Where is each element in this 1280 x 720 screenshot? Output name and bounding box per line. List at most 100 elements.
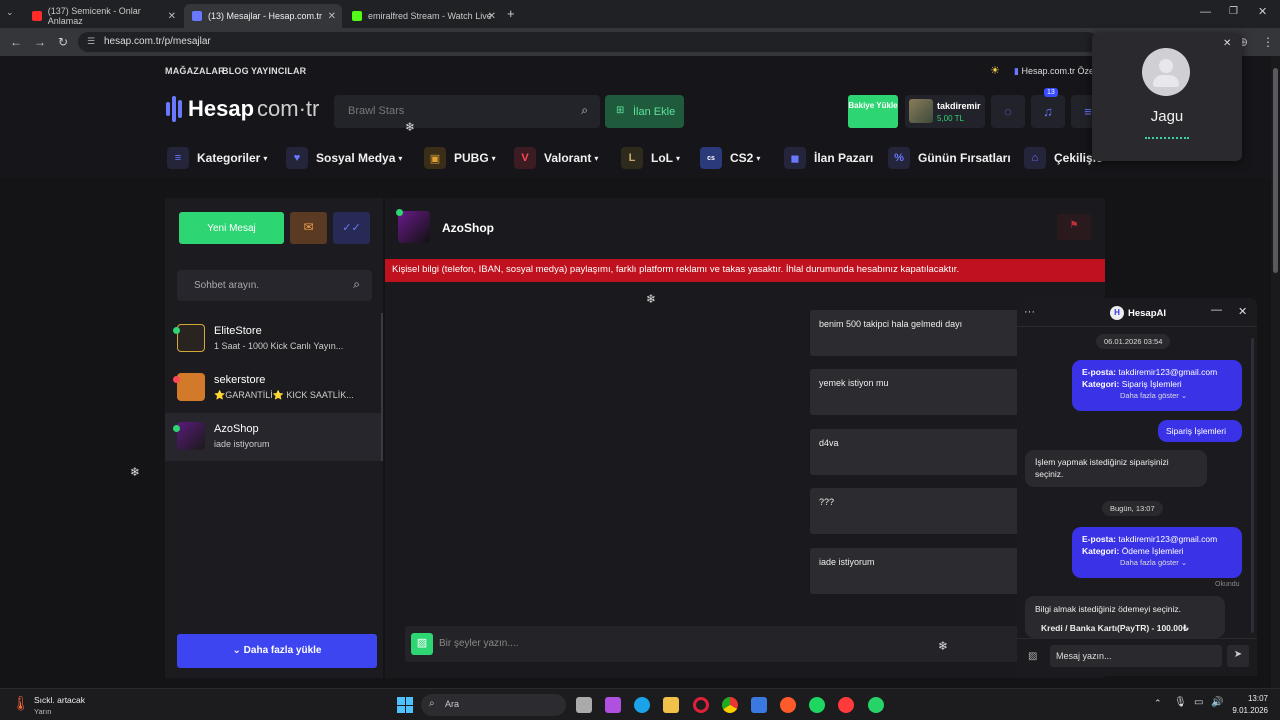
app-icon[interactable] — [780, 697, 796, 713]
app-icon[interactable] — [838, 697, 854, 713]
browser-tab-2[interactable]: (13) Mesajlar - Hesap.com.tr ✕ — [184, 4, 342, 28]
audio-level-indicator — [1145, 137, 1189, 140]
close-icon[interactable]: ✕ — [1238, 305, 1247, 318]
warning-text: Kişisel bilgi (telefon, IBAN, sosyal med… — [392, 264, 960, 275]
mail-filter-button[interactable]: ✉ — [290, 212, 327, 244]
edge-icon[interactable] — [634, 697, 650, 713]
message-line: E-posta: takdiremir123@gmail.com — [1082, 533, 1242, 545]
clock-date[interactable]: 9.01.2026 — [1228, 706, 1268, 715]
chevron-down-icon: ▾ — [676, 153, 681, 163]
volume-icon[interactable]: 🔊 — [1211, 697, 1223, 708]
notifications-button[interactable]: ♫ 13 — [1031, 88, 1065, 128]
window-close-icon[interactable]: ✕ — [1258, 5, 1267, 18]
windows-start-icon[interactable] — [397, 697, 413, 713]
task-view-icon[interactable] — [576, 697, 592, 713]
hamburger-icon: ≡ — [1084, 104, 1092, 119]
spotify-icon[interactable] — [809, 697, 825, 713]
taskbar-search[interactable]: ⌕ Ara — [421, 694, 566, 716]
nav-link-blog[interactable]: BLOG — [222, 66, 249, 76]
category-cekilisler[interactable]: ⌂ Çekilişle — [1024, 147, 1103, 169]
reload-icon[interactable]: ↻ — [58, 35, 68, 49]
chrome-icon[interactable] — [722, 697, 738, 713]
field-label: E-posta: — [1082, 534, 1116, 544]
browser-tab-3[interactable]: emiralfred Stream - Watch Live ✕ — [344, 4, 502, 28]
heart-icon: ♥ — [286, 147, 308, 169]
nav-link-yayincilar[interactable]: YAYINCILAR — [251, 66, 306, 76]
whatsapp-icon[interactable] — [868, 697, 884, 713]
site-logo[interactable]: Hesap com·tr — [166, 94, 319, 124]
conversation-item-azoshop[interactable]: AzoShop iade istiyorum — [165, 413, 381, 461]
minimize-icon[interactable]: — — [1211, 304, 1222, 316]
browser-tab-1[interactable]: (137) Semicenk - Onlar Anlamaz ✕ — [24, 4, 182, 28]
chevron-up-icon[interactable]: ⌃ — [1154, 698, 1162, 709]
avatar — [177, 324, 205, 352]
date-chip-text: 06.01.2026 03:54 — [1104, 337, 1163, 346]
ai-bot-message: Bilgi almak istediğiniz ödemeyi seçiniz.… — [1025, 596, 1225, 638]
category-lol[interactable]: L LoL ▾ — [621, 147, 680, 169]
search-icon[interactable]: ⌕ — [581, 103, 588, 118]
mark-read-button[interactable]: ✓✓ — [333, 212, 370, 244]
new-message-button[interactable]: Yeni Mesaj — [179, 212, 284, 244]
balance-topup-button[interactable]: Bakiye Yükle — [848, 95, 898, 128]
conversation-name: EliteStore — [214, 325, 262, 337]
ai-message-input[interactable]: Mesaj yazın... — [1050, 645, 1222, 667]
opera-icon[interactable] — [693, 697, 709, 713]
conversation-preview: 1 Saat - 1000 Kick Canlı Yayın... — [214, 341, 344, 351]
category-cs2[interactable]: cs CS2 ▾ — [700, 147, 760, 169]
store-icon[interactable] — [751, 697, 767, 713]
widgets-icon[interactable] — [605, 697, 621, 713]
payment-option[interactable]: Kredi / Banka Kartı(PayTR) - 100.00₺ — [1035, 622, 1215, 635]
category-pubg[interactable]: ▣ PUBG ▾ — [424, 147, 496, 169]
conversation-item-sekerstore[interactable]: sekerstore ⭐GARANTİLİ⭐ KICK SAATLİK... — [165, 364, 381, 412]
person-icon-body — [1153, 75, 1179, 87]
site-search-input[interactable]: Brawl Stars ⌕ — [334, 95, 600, 128]
search-icon[interactable]: ⌕ — [353, 277, 360, 292]
image-icon[interactable]: ▨ — [1028, 651, 1037, 662]
close-icon[interactable]: ✕ — [1223, 38, 1231, 49]
chat-input-placeholder[interactable]: Bir şeyler yazın.... — [439, 638, 518, 649]
page-scrollbar-thumb[interactable] — [1273, 68, 1278, 273]
hesap-ozel-link[interactable]: ▮ Hesap.com.tr Öze — [1014, 66, 1094, 77]
more-options-icon[interactable]: ··· — [1024, 306, 1035, 318]
sidebar-scrollbar[interactable] — [381, 313, 383, 461]
user-menu[interactable]: takdiremir 5,00 TL — [905, 95, 985, 128]
show-more-link[interactable]: Daha fazla göster ⌄ — [1082, 557, 1242, 569]
conversation-search-input[interactable]: Sohbet arayın. ⌕ — [177, 270, 372, 301]
category-gunun-firsatlari[interactable]: % Günün Fırsatları — [888, 147, 1011, 169]
divider — [1017, 326, 1257, 327]
restore-icon[interactable]: ❐ — [1229, 6, 1238, 17]
weather-title[interactable]: Sıckl. artacak — [34, 695, 85, 705]
url-field[interactable]: ☰ hesap.com.tr/p/mesajlar — [78, 32, 1098, 52]
category-ilan-pazari[interactable]: ◼ İlan Pazarı — [784, 147, 873, 169]
theme-sun-icon[interactable]: ☀ — [990, 64, 1000, 77]
new-tab-icon[interactable]: + — [507, 6, 515, 21]
network-icon[interactable]: ▭ — [1194, 697, 1203, 708]
nav-link-magazalar[interactable]: MAĞAZALAR — [165, 66, 225, 76]
tab-list-icon[interactable]: ⌄ — [6, 7, 14, 18]
category-sosyal-medya[interactable]: ♥ Sosyal Medya ▾ — [286, 147, 402, 169]
attach-image-button[interactable]: ▨ — [411, 633, 433, 655]
show-more-link[interactable]: Daha fazla göster ⌄ — [1082, 390, 1242, 402]
category-valorant[interactable]: V Valorant ▾ — [514, 147, 598, 169]
file-explorer-icon[interactable] — [663, 697, 679, 713]
close-tab-icon[interactable]: ✕ — [168, 11, 176, 22]
minimize-icon[interactable]: — — [1200, 6, 1211, 18]
add-listing-button[interactable]: ⊞ İlan Ekle — [605, 95, 684, 128]
close-tab-icon[interactable]: ✕ — [328, 11, 336, 22]
report-button[interactable]: ⚑ — [1057, 214, 1091, 240]
forward-icon[interactable]: → — [34, 35, 46, 49]
close-tab-icon[interactable]: ✕ — [488, 11, 496, 22]
send-button[interactable]: ➤ — [1227, 645, 1249, 667]
chevron-down-icon: ▾ — [594, 153, 599, 163]
page-scrollbar-track[interactable] — [1271, 56, 1280, 688]
browser-menu-icon[interactable]: ⋮ — [1262, 35, 1274, 49]
conversation-item-elitestore[interactable]: EliteStore 1 Saat - 1000 Kick Canlı Yayı… — [165, 315, 381, 363]
messages-button[interactable]: ◌ — [991, 95, 1025, 128]
load-more-button[interactable]: ⌄ Daha fazla yükle — [177, 634, 377, 668]
ai-scrollbar[interactable] — [1251, 338, 1254, 633]
back-icon[interactable]: ← — [10, 35, 22, 49]
category-kategoriler[interactable]: ≡ Kategoriler ▾ — [167, 147, 267, 169]
clock-time[interactable]: 13:07 — [1246, 694, 1268, 703]
microphone-icon[interactable]: 🎙 — [1174, 697, 1187, 708]
site-info-icon[interactable]: ☰ — [87, 36, 95, 47]
